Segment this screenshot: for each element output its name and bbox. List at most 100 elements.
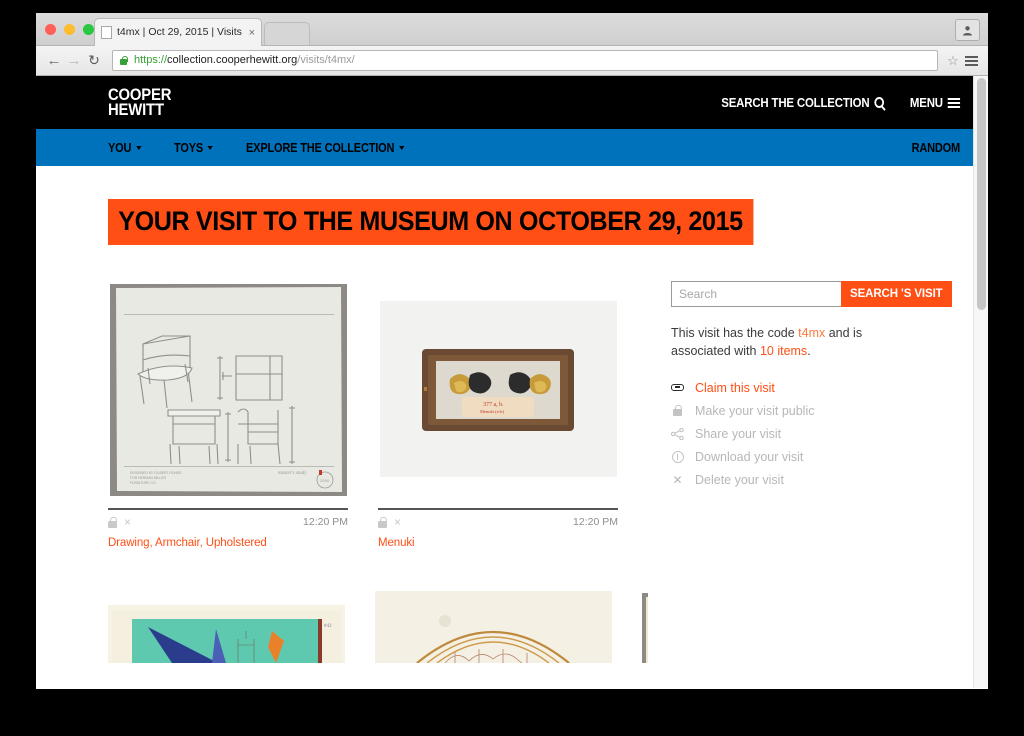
- page-scrollbar-thumb[interactable]: [977, 78, 986, 310]
- content-columns: DESIGNED BY GILBERT ROHDE FOR HERMAN MIL…: [108, 281, 960, 663]
- thumbnail-container: DESIGNED BY GILBERT ROHDE FOR HERMAN MIL…: [108, 281, 348, 496]
- close-window-button[interactable]: [45, 24, 56, 35]
- visit-item-card[interactable]: [375, 591, 612, 663]
- lock-icon[interactable]: [378, 516, 387, 528]
- nav-item-toys[interactable]: TOYS: [174, 141, 213, 155]
- svg-text:2094: 2094: [320, 478, 330, 483]
- info-prefix: This visit has the code: [671, 326, 799, 340]
- browser-menu-icon[interactable]: [962, 55, 980, 66]
- menu-button[interactable]: MENU: [909, 95, 960, 110]
- drawing-armchair-upholstered-image[interactable]: DESIGNED BY GILBERT ROHDE FOR HERMAN MIL…: [109, 284, 347, 496]
- action-share-visit[interactable]: Share your visit: [671, 422, 919, 445]
- new-tab-button[interactable]: [264, 22, 310, 45]
- items-row-1: DESIGNED BY GILBERT ROHDE FOR HERMAN MIL…: [108, 281, 648, 549]
- nav-item-toys-label: TOYS: [173, 140, 203, 155]
- item-actions[interactable]: ×: [378, 516, 401, 528]
- tab-close-icon[interactable]: ×: [249, 27, 255, 39]
- browser-window: t4mx | Oct 29, 2015 | Visits × ← → ↻ htt…: [36, 13, 988, 689]
- hamburger-icon: [947, 97, 960, 108]
- profile-avatar-icon[interactable]: [955, 19, 980, 41]
- menuki-image[interactable]: 377 a, b. Menuki (a-b): [379, 300, 617, 477]
- action-delete-visit[interactable]: ✕ Delete your visit: [671, 468, 919, 491]
- url-scheme: https://: [134, 54, 168, 66]
- svg-text:master's study: master's study: [278, 471, 307, 476]
- address-bar[interactable]: https://collection.cooperhewitt.org/visi…: [112, 50, 938, 71]
- visit-sidebar: SEARCH 'S VISIT This visit has the code …: [671, 281, 952, 663]
- url-host: collection.cooperhewitt.org: [167, 54, 298, 66]
- person-icon: [963, 25, 972, 35]
- svg-text:377 a, b.: 377 a, b.: [483, 402, 504, 408]
- item-actions[interactable]: ×: [108, 516, 131, 528]
- minimize-window-button[interactable]: [64, 24, 75, 35]
- search-the-collection-label: SEARCH THE COLLECTION: [721, 95, 870, 110]
- item-meta-bar: × 12:20 PM: [378, 508, 618, 528]
- item-meta-bar: × 12:20 PM: [108, 508, 348, 528]
- browser-toolbar: ← → ↻ https://collection.cooperhewitt.or…: [36, 46, 988, 76]
- search-input[interactable]: [671, 281, 841, 307]
- close-icon[interactable]: ×: [394, 516, 401, 528]
- ornament-drawing-image[interactable]: [375, 591, 612, 663]
- share-icon: [671, 427, 684, 440]
- page-viewport: COOPER HEWITT SEARCH THE COLLECTION MENU: [36, 76, 988, 688]
- window-controls[interactable]: [45, 24, 94, 35]
- lock-icon: [671, 405, 684, 417]
- close-icon[interactable]: ×: [124, 516, 131, 528]
- svg-text:DESIGNED BY GILBERT ROHDE: DESIGNED BY GILBERT ROHDE: [130, 471, 182, 475]
- maximize-window-button[interactable]: [83, 24, 94, 35]
- action-delete-label: Delete your visit: [695, 472, 784, 487]
- action-share-label: Share your visit: [695, 426, 782, 441]
- url-text: https://collection.cooperhewitt.org/visi…: [134, 55, 355, 66]
- primary-navigation: YOU TOYS EXPLORE THE COLLECTION RANDOM: [36, 129, 988, 166]
- tab-favicon: [101, 26, 112, 39]
- header-actions: SEARCH THE COLLECTION MENU: [699, 95, 960, 110]
- close-icon: ✕: [672, 472, 683, 487]
- chevron-down-icon: [398, 145, 404, 150]
- paisley-textile-image[interactable]: [642, 593, 648, 663]
- nav-item-you[interactable]: YOU: [108, 141, 141, 155]
- download-icon: [671, 450, 684, 463]
- items-row-2: #43: [108, 591, 648, 663]
- item-caption[interactable]: Drawing, Armchair, Upholstered: [108, 537, 348, 549]
- tab-title: t4mx | Oct 29, 2015 | Visits: [117, 27, 242, 38]
- action-public-label: Make your visit public: [695, 403, 815, 418]
- nav-item-explore-the-collection[interactable]: EXPLORE THE COLLECTION: [246, 141, 404, 155]
- nav-item-you-label: YOU: [108, 140, 132, 155]
- chevron-down-icon: [206, 145, 213, 150]
- search-the-collection-button[interactable]: SEARCH THE COLLECTION: [721, 95, 885, 110]
- action-download-visit[interactable]: Download your visit: [671, 445, 919, 468]
- visit-info-text: This visit has the code t4mx and is asso…: [671, 324, 919, 360]
- ssl-lock-icon: [118, 55, 129, 66]
- visit-items-grid: DESIGNED BY GILBERT ROHDE FOR HERMAN MIL…: [108, 281, 648, 663]
- forward-button[interactable]: →: [64, 52, 84, 69]
- bookmark-star-icon[interactable]: ☆: [944, 53, 962, 69]
- svg-text:Menuki (a-b): Menuki (a-b): [480, 409, 504, 414]
- site-header: COOPER HEWITT SEARCH THE COLLECTION MENU: [36, 76, 988, 129]
- design-drawing-image[interactable]: #43: [108, 605, 345, 663]
- svg-text:FOR HERMAN MILLER: FOR HERMAN MILLER: [130, 476, 167, 480]
- reload-button[interactable]: ↻: [84, 52, 104, 69]
- visit-search-form: SEARCH 'S VISIT: [671, 281, 952, 307]
- cooper-hewitt-logo[interactable]: COOPER HEWITT: [108, 86, 171, 118]
- search-icon: [874, 97, 885, 108]
- url-path: /visits/t4mx/: [297, 54, 355, 66]
- visit-item-card[interactable]: 377 a, b. Menuki (a-b) × 12:20 PM Menuki: [378, 281, 618, 549]
- visit-item-card[interactable]: [642, 593, 648, 663]
- page-title: YOUR VISIT TO THE MUSEUM ON OCTOBER 29, …: [108, 199, 753, 245]
- visit-item-card[interactable]: #43: [108, 605, 345, 663]
- lock-icon[interactable]: [108, 516, 117, 528]
- item-timestamp: 12:20 PM: [303, 516, 348, 528]
- item-caption[interactable]: Menuki: [378, 537, 618, 549]
- visit-code-link[interactable]: t4mx: [798, 326, 825, 340]
- action-make-visit-public[interactable]: Make your visit public: [671, 399, 919, 422]
- nav-item-random[interactable]: RANDOM: [912, 141, 961, 155]
- action-claim-this-visit[interactable]: Claim this visit: [671, 376, 919, 399]
- item-count-link[interactable]: 10 items: [760, 344, 807, 358]
- svg-text:FURNITURE CO.: FURNITURE CO.: [130, 481, 157, 485]
- back-button[interactable]: ←: [44, 52, 64, 69]
- browser-tab[interactable]: t4mx | Oct 29, 2015 | Visits ×: [94, 18, 262, 46]
- search-visit-button[interactable]: SEARCH 'S VISIT: [841, 281, 952, 307]
- menu-label: MENU: [909, 95, 943, 110]
- visit-item-card[interactable]: DESIGNED BY GILBERT ROHDE FOR HERMAN MIL…: [108, 281, 348, 549]
- nav-item-explore-label: EXPLORE THE COLLECTION: [245, 140, 394, 155]
- page-scrollbar[interactable]: [973, 76, 988, 688]
